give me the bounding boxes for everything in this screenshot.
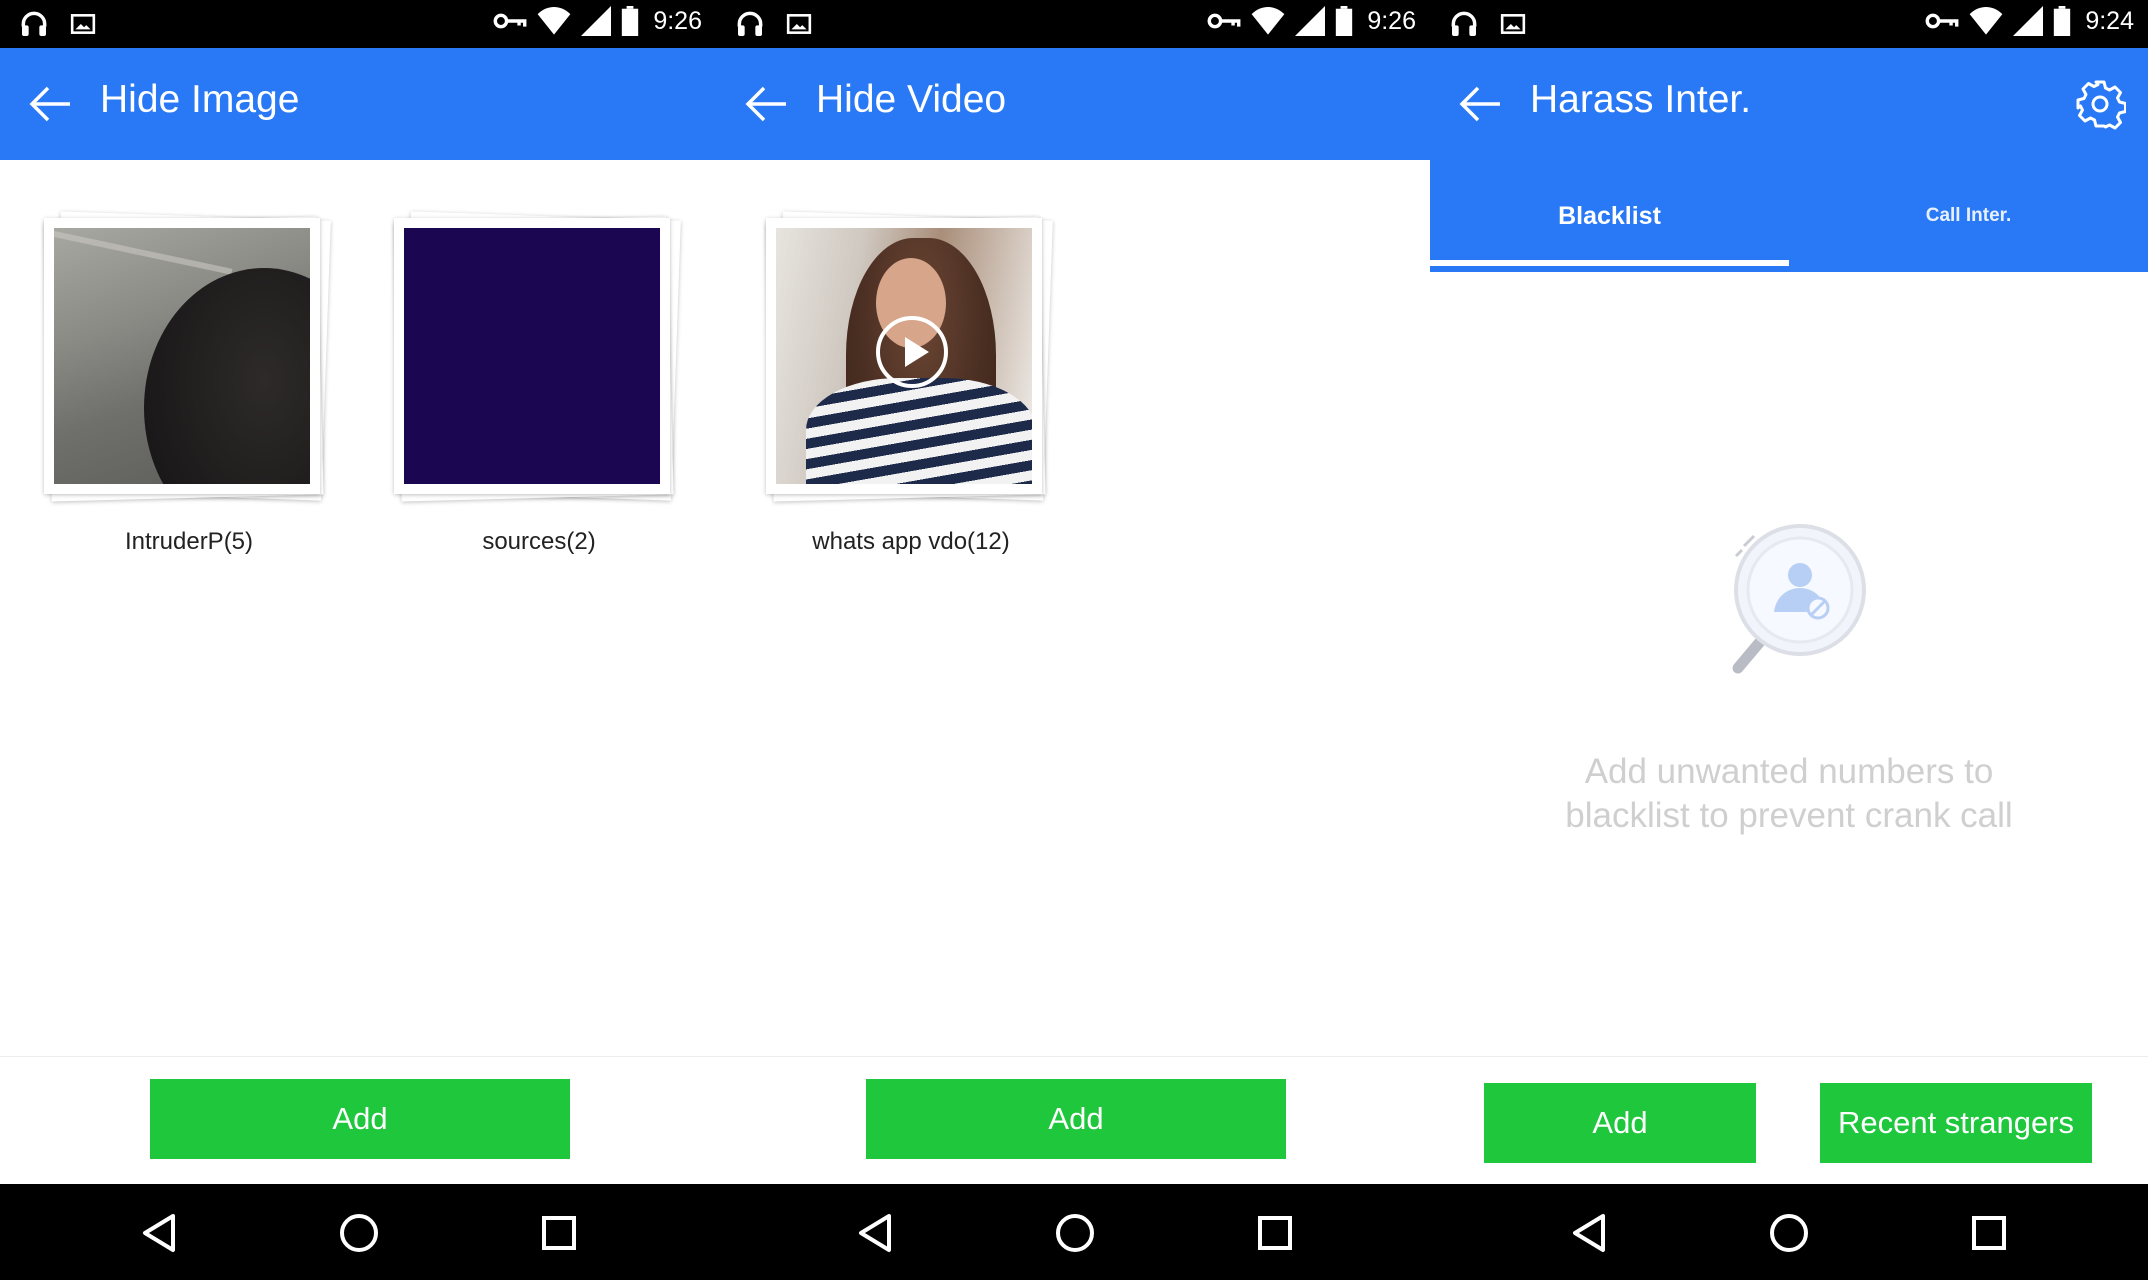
album-label: IntruderP(5)	[124, 528, 254, 555]
album-label: whats app vdo(12)	[812, 528, 1010, 555]
status-bar: 9:26	[0, 0, 716, 48]
album-thumbnail	[54, 228, 310, 484]
status-time: 9:26	[1367, 6, 1416, 35]
add-button[interactable]: Add	[1484, 1083, 1756, 1163]
status-time: 9:24	[2085, 6, 2134, 35]
home-circle-icon[interactable]	[1764, 1208, 1814, 1258]
back-arrow-icon[interactable]	[28, 84, 72, 124]
back-arrow-icon[interactable]	[1458, 84, 1502, 124]
tab-call-intercept[interactable]: Call Inter.	[1789, 160, 2148, 272]
image-icon	[1500, 14, 1526, 34]
battery-icon	[622, 6, 639, 36]
gear-icon[interactable]	[2074, 78, 2126, 130]
album-sources[interactable]: sources(2)	[384, 210, 681, 570]
navigation-bar	[1430, 1184, 2148, 1280]
navigation-bar	[716, 1184, 1430, 1280]
navigation-bar	[0, 1184, 716, 1280]
status-time: 9:26	[653, 6, 702, 35]
thumbnail-subject	[144, 268, 310, 484]
bottom-action-area: Add Recent strangers	[1430, 1056, 2148, 1184]
page-title: Hide Image	[100, 78, 300, 121]
signal-icon	[1295, 6, 1326, 36]
hide-image-screen: 9:26 Hide Image IntruderP(5) sources(2) …	[0, 0, 716, 1280]
album-thumbnail	[404, 228, 660, 484]
signal-icon	[2013, 6, 2044, 36]
app-bar: Hide Video	[716, 48, 1430, 160]
page-title: Harass Inter.	[1530, 78, 1752, 121]
page-title: Hide Video	[816, 78, 1007, 121]
empty-message-line: Add unwanted numbers to	[1584, 752, 1994, 791]
empty-message-line: blacklist to prevent crank call	[1565, 796, 2013, 835]
search-user-icon	[1732, 524, 1866, 674]
status-bar: 9:24	[1430, 0, 2148, 48]
add-button[interactable]: Add	[150, 1079, 570, 1159]
signal-icon	[581, 6, 612, 36]
battery-icon	[1336, 6, 1353, 36]
home-circle-icon[interactable]	[334, 1208, 384, 1258]
thumbnail-detail	[806, 378, 1032, 484]
vpn-key-icon	[1925, 13, 1959, 29]
app-bar: Harass Inter.	[1430, 48, 2148, 160]
back-arrow-icon[interactable]	[744, 84, 788, 124]
bottom-action-area: Add	[0, 1056, 716, 1184]
tab-indicator	[1430, 260, 1789, 266]
harass-intercept-screen: 9:24 Harass Inter. Blacklist Call Inter.…	[1430, 0, 2148, 1280]
album-label: sources(2)	[482, 528, 596, 555]
play-icon[interactable]	[876, 316, 948, 388]
recents-square-icon[interactable]	[1250, 1208, 1300, 1258]
hide-video-screen: 9:26 Hide Video whats app vdo(12) Add	[716, 0, 1430, 1280]
headphones-icon	[1451, 11, 1477, 36]
vpn-key-icon	[493, 13, 527, 29]
image-icon	[70, 14, 96, 34]
recents-square-icon[interactable]	[1964, 1208, 2014, 1258]
back-triangle-icon[interactable]	[1565, 1208, 1615, 1258]
app-bar: Hide Image	[0, 48, 716, 160]
album-whatsapp-video[interactable]: whats app vdo(12)	[756, 210, 1053, 570]
recent-strangers-button[interactable]: Recent strangers	[1820, 1083, 2092, 1163]
battery-icon	[2054, 6, 2071, 36]
back-triangle-icon[interactable]	[851, 1208, 901, 1258]
wifi-icon	[1969, 7, 2003, 35]
wifi-icon	[537, 7, 571, 35]
status-bar: 9:26	[716, 0, 1430, 48]
wifi-icon	[1251, 7, 1285, 35]
thumbnail-detail	[54, 228, 233, 275]
image-icon	[786, 14, 812, 34]
back-triangle-icon[interactable]	[135, 1208, 185, 1258]
add-button[interactable]: Add	[866, 1079, 1286, 1159]
album-intruder[interactable]: IntruderP(5)	[34, 210, 331, 570]
tab-bar: Blacklist Call Inter.	[1430, 160, 2148, 272]
tab-blacklist[interactable]: Blacklist	[1430, 160, 1789, 272]
vpn-key-icon	[1207, 13, 1241, 29]
headphones-icon	[21, 11, 47, 36]
headphones-icon	[737, 11, 763, 36]
home-circle-icon[interactable]	[1050, 1208, 1100, 1258]
bottom-action-area: Add	[716, 1056, 1430, 1184]
album-thumbnail	[776, 228, 1032, 484]
recents-square-icon[interactable]	[534, 1208, 584, 1258]
empty-state-message: Add unwanted numbers to blacklist to pre…	[1430, 750, 2148, 838]
